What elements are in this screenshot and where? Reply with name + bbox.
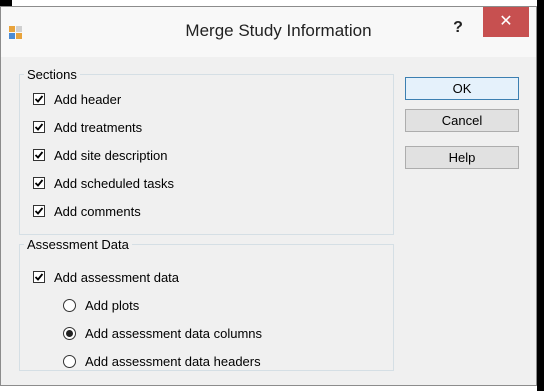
checkbox-add-scheduled-tasks[interactable]: Add scheduled tasks xyxy=(33,173,174,193)
checkbox-add-assessment-data[interactable]: Add assessment data xyxy=(33,267,179,287)
radio-label: Add assessment data headers xyxy=(85,353,261,369)
help-button[interactable]: Help xyxy=(405,146,519,169)
help-question-icon[interactable]: ? xyxy=(447,17,469,39)
checkbox-label: Add site description xyxy=(54,147,168,163)
background-edge-artifact-right xyxy=(537,0,544,391)
radio-selected-dot xyxy=(66,329,73,337)
radio-circle[interactable] xyxy=(63,354,76,368)
radio-circle[interactable] xyxy=(63,326,76,340)
checkbox-box[interactable] xyxy=(33,205,45,217)
checkbox-box[interactable] xyxy=(33,271,45,283)
checkbox-label: Add comments xyxy=(54,203,141,219)
checkbox-label: Add scheduled tasks xyxy=(54,175,174,191)
radio-add-assessment-data-headers[interactable]: Add assessment data headers xyxy=(63,351,261,371)
checkbox-label: Add treatments xyxy=(54,119,143,135)
sections-legend: Sections xyxy=(27,67,77,82)
radio-add-assessment-data-columns[interactable]: Add assessment data columns xyxy=(63,323,262,343)
ok-button[interactable]: OK xyxy=(405,77,519,100)
dialog-content: Sections Add header Add treatments Add s… xyxy=(9,57,528,379)
radio-label: Add plots xyxy=(85,297,140,313)
radio-label: Add assessment data columns xyxy=(85,325,263,341)
assessment-legend: Assessment Data xyxy=(27,237,129,252)
title-bar[interactable]: Merge Study Information ? ✕ xyxy=(1,7,536,57)
checkbox-label: Add assessment data xyxy=(54,269,180,285)
checkbox-label: Add header xyxy=(54,91,122,107)
checkbox-box[interactable] xyxy=(33,149,45,161)
close-button[interactable]: ✕ xyxy=(483,7,529,37)
checkbox-add-treatments[interactable]: Add treatments xyxy=(33,117,142,137)
merge-study-dialog: Merge Study Information ? ✕ Sections Add… xyxy=(0,6,537,386)
radio-add-plots[interactable]: Add plots xyxy=(63,295,139,315)
cancel-button[interactable]: Cancel xyxy=(405,109,519,132)
radio-circle[interactable] xyxy=(63,298,76,312)
checkbox-box[interactable] xyxy=(33,177,45,189)
checkbox-box[interactable] xyxy=(33,121,45,133)
checkbox-add-header[interactable]: Add header xyxy=(33,89,121,109)
checkbox-box[interactable] xyxy=(33,93,45,105)
checkbox-add-comments[interactable]: Add comments xyxy=(33,201,141,221)
checkbox-add-site-description[interactable]: Add site description xyxy=(33,145,167,165)
